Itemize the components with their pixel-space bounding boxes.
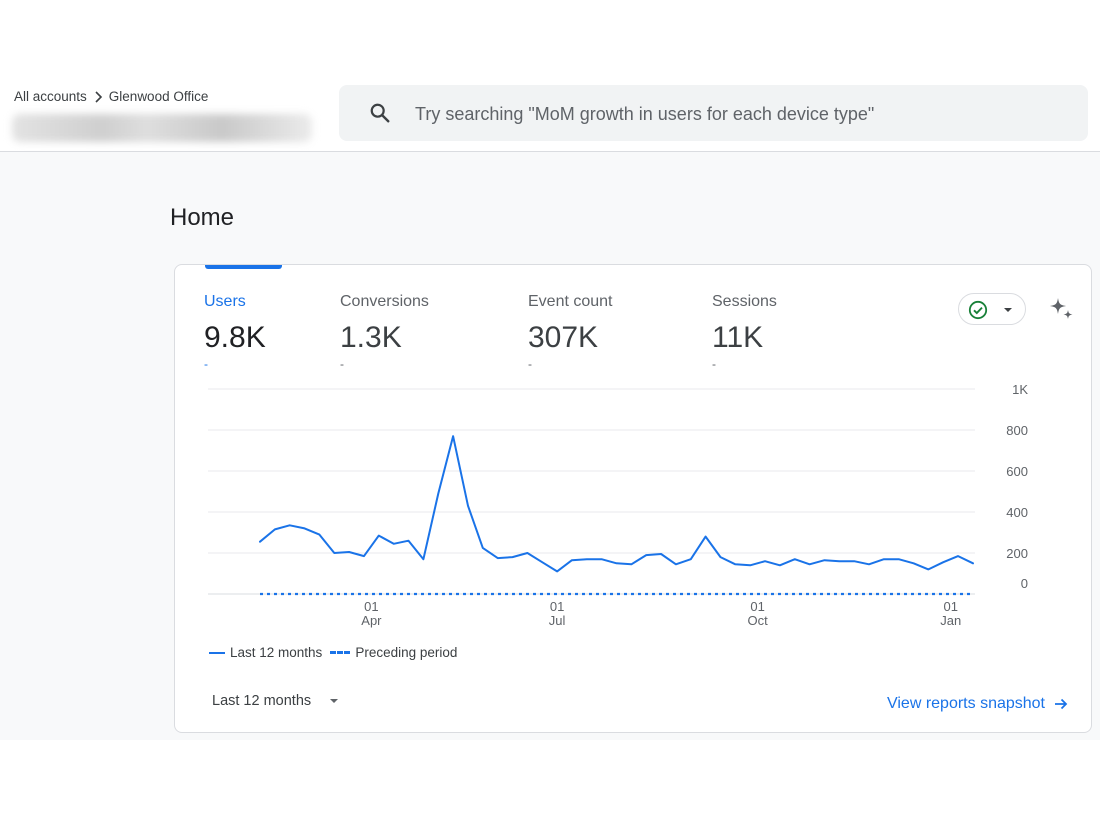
metric-delta: - bbox=[204, 357, 208, 371]
data-status-dropdown[interactable] bbox=[958, 293, 1026, 325]
metric-label: Event count bbox=[528, 293, 613, 310]
metric-label: Sessions bbox=[712, 293, 777, 310]
chart-legend: Last 12 months Preceding period bbox=[209, 645, 465, 660]
y-tick-label: 1K bbox=[1012, 382, 1028, 397]
search-bar[interactable] bbox=[339, 85, 1088, 141]
metric-delta: - bbox=[712, 357, 716, 371]
top-bar: All accounts Glenwood Office bbox=[0, 72, 1100, 152]
metric-tab-event-count[interactable]: Event count 307K - bbox=[528, 293, 613, 371]
x-tick-month: Jan bbox=[940, 613, 961, 628]
x-tick-day: 01 bbox=[364, 599, 378, 614]
metric-delta: - bbox=[340, 357, 344, 371]
breadcrumb-all-accounts[interactable]: All accounts bbox=[14, 89, 87, 104]
breadcrumb-property[interactable]: Glenwood Office bbox=[109, 89, 209, 104]
metric-label: Conversions bbox=[340, 293, 429, 310]
main-content: Home Users 9.8K - Conversions 1.3K - Eve… bbox=[0, 152, 1100, 740]
x-tick-day: 01 bbox=[750, 599, 764, 614]
x-tick-day: 01 bbox=[550, 599, 564, 614]
dashed-line-swatch bbox=[330, 651, 351, 654]
x-tick-day: 01 bbox=[943, 599, 957, 614]
check-circle-icon bbox=[968, 300, 988, 320]
legend-item-current: Last 12 months bbox=[209, 645, 322, 660]
page-title: Home bbox=[170, 204, 235, 231]
y-tick-label: 200 bbox=[1006, 546, 1028, 561]
date-range-label: Last 12 months bbox=[212, 693, 312, 709]
sparkle-insights-icon[interactable] bbox=[1047, 295, 1075, 323]
x-tick-month: Apr bbox=[361, 613, 382, 628]
date-range-dropdown[interactable]: Last 12 months bbox=[212, 693, 339, 709]
search-icon bbox=[370, 103, 390, 123]
legend-label-current: Last 12 months bbox=[230, 645, 323, 660]
x-tick-month: Oct bbox=[747, 613, 768, 628]
series-line-last-12-months bbox=[259, 435, 974, 573]
metric-value: 9.8K bbox=[204, 321, 266, 354]
account-selector-blurred[interactable] bbox=[12, 114, 312, 142]
legend-item-previous: Preceding period bbox=[330, 645, 457, 660]
arrow-right-icon bbox=[1055, 698, 1068, 710]
y-tick-label: 400 bbox=[1006, 505, 1028, 520]
active-metric-indicator bbox=[205, 265, 282, 269]
y-tick-label: 800 bbox=[1006, 423, 1028, 438]
chevron-down-icon bbox=[1004, 308, 1012, 312]
chevron-down-icon bbox=[330, 699, 339, 703]
users-line-chart: 1K800600400200001Apr01Jul01Oct01Jan bbox=[208, 382, 1028, 628]
metric-tab-users[interactable]: Users 9.8K - bbox=[204, 293, 266, 371]
solid-line-swatch bbox=[209, 651, 225, 654]
metric-tab-conversions[interactable]: Conversions 1.3K - bbox=[340, 293, 429, 371]
metric-label: Users bbox=[204, 293, 246, 310]
overview-card: Users 9.8K - Conversions 1.3K - Event co… bbox=[174, 264, 1092, 733]
metric-value: 307K bbox=[528, 321, 599, 354]
snapshot-link-label: View reports snapshot bbox=[886, 695, 1045, 712]
view-reports-snapshot-link[interactable]: View reports snapshot bbox=[887, 695, 1069, 713]
y-tick-label: 0 bbox=[1021, 576, 1028, 591]
y-tick-label: 600 bbox=[1006, 464, 1028, 479]
search-input[interactable] bbox=[413, 97, 1067, 131]
legend-label-previous: Preceding period bbox=[355, 645, 458, 660]
metric-delta: - bbox=[528, 357, 532, 371]
metric-value: 1.3K bbox=[340, 321, 402, 354]
metric-tab-sessions[interactable]: Sessions 11K - bbox=[712, 293, 777, 371]
metric-value: 11K bbox=[712, 321, 764, 354]
breadcrumb: All accounts Glenwood Office bbox=[14, 89, 208, 104]
x-tick-month: Jul bbox=[549, 613, 566, 628]
chevron-right-icon bbox=[95, 90, 102, 103]
